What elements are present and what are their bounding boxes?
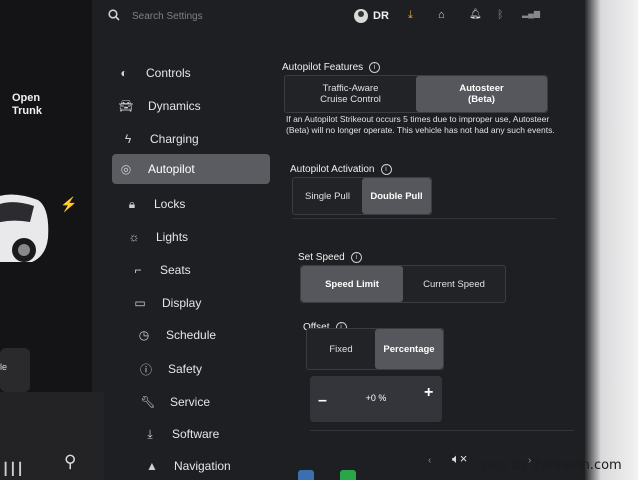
display-icon: ▭ xyxy=(134,296,146,310)
option-traffic-aware-cruise-control[interactable]: Traffic-Aware Cruise Control xyxy=(285,76,416,112)
wrench-icon: 🔧︎ xyxy=(140,395,156,409)
sidebar-item-navigation[interactable]: ▲ Navigation xyxy=(138,451,290,480)
increase-button[interactable]: + xyxy=(424,384,433,402)
sidebar-item-schedule[interactable]: ◷ Schedule xyxy=(130,320,282,350)
sidebar-item-label: Lights xyxy=(156,230,189,244)
equalizer-icon[interactable]: ┃┃┃ xyxy=(2,462,24,476)
lte-signal-icon: ▂▄▆ xyxy=(522,9,540,18)
set-speed-selector: Speed Limit Current Speed xyxy=(300,265,506,303)
sun-icon: ☼ xyxy=(128,230,140,244)
autopilot-activation-label: Autopilot Activation i xyxy=(290,164,392,175)
autopilot-activation-selector: Single Pull Double Pull xyxy=(292,177,432,215)
screen-bezel xyxy=(585,0,638,480)
sidebar-item-label: Schedule xyxy=(166,328,217,342)
set-speed-title: Set Speed xyxy=(298,252,345,263)
seat-icon: ⌐ xyxy=(134,263,142,277)
option-current-speed[interactable]: Current Speed xyxy=(403,266,505,302)
garage-icon[interactable]: ⌂ xyxy=(438,9,445,21)
sidebar-item-label: Charging xyxy=(150,132,199,146)
info-icon[interactable]: i xyxy=(350,252,362,263)
search-icon[interactable]: ⚲ xyxy=(64,452,76,472)
divider xyxy=(292,218,556,219)
open-trunk-button[interactable]: Open Trunk xyxy=(12,92,42,118)
bell-icon[interactable]: 🔔︎ xyxy=(469,9,482,20)
sidebar-item-label: Navigation xyxy=(174,459,231,473)
sidebar-item-label: Safety xyxy=(168,362,203,376)
sidebar-item-safety[interactable]: ⓘ Safety xyxy=(132,354,284,384)
car-icon: 🚘︎ xyxy=(118,99,134,113)
option-single-pull[interactable]: Single Pull xyxy=(293,178,362,214)
app-icon[interactable] xyxy=(340,470,356,480)
search-input[interactable]: Search Settings xyxy=(132,11,203,22)
offset-selector: Fixed Percentage xyxy=(306,328,444,370)
toggle-icon: ◐ xyxy=(120,66,128,80)
user-icon[interactable] xyxy=(354,9,368,23)
sidebar-item-label: Software xyxy=(172,427,220,441)
sidebar-item-lights[interactable]: ☼ Lights xyxy=(120,222,272,252)
sidebar-item-label: Display xyxy=(162,296,202,310)
charge-port-icon[interactable]: ⚡ xyxy=(60,196,77,213)
autopilot-features-selector: Traffic-Aware Cruise Control Autosteer (… xyxy=(284,75,548,113)
sidebar-item-software[interactable]: ⤓ Software xyxy=(136,419,288,449)
sidebar-item-label: Locks xyxy=(154,197,186,211)
option-fixed[interactable]: Fixed xyxy=(307,329,375,369)
option-double-pull[interactable]: Double Pull xyxy=(362,178,431,214)
touchscreen: Open Trunk ⚡ le ┃┃┃ ⚲ Search Settings DR… xyxy=(0,0,600,480)
sidebar-item-label: Dynamics xyxy=(148,99,201,113)
sidebar-item-locks[interactable]: 🔒︎ Locks xyxy=(118,189,270,219)
sidebar-item-controls[interactable]: ◐ Controls xyxy=(110,58,266,88)
offset-value: +0 % xyxy=(365,393,387,403)
user-initials[interactable]: DR xyxy=(373,10,389,22)
download-icon: ⤓ xyxy=(147,426,153,441)
sidebar-item-label: Seats xyxy=(160,263,191,277)
chevron-left-icon[interactable]: ‹ xyxy=(428,455,431,466)
download-icon[interactable]: ⤓ xyxy=(408,9,413,22)
sidebar-item-autopilot[interactable]: ◎ Autopilot xyxy=(112,154,270,184)
sidebar-item-label: Controls xyxy=(146,66,191,80)
info-icon[interactable]: i xyxy=(369,62,381,73)
bolt-icon: ϟ xyxy=(124,132,132,146)
navigation-icon: ▲ xyxy=(146,459,158,473)
offset-stepper: – +0 % + xyxy=(310,376,442,422)
sidebar-item-seats[interactable]: ⌐ Seats xyxy=(124,255,276,285)
option-percentage[interactable]: Percentage xyxy=(375,329,443,369)
car-card-text: le xyxy=(0,362,8,372)
clock-icon: ◷ xyxy=(138,328,150,342)
app-icon[interactable] xyxy=(298,470,314,480)
lock-icon: 🔒︎ xyxy=(128,196,136,211)
sidebar-item-charging[interactable]: ϟ Charging xyxy=(114,124,270,154)
info-icon[interactable]: i xyxy=(380,164,392,175)
autopilot-features-label: Autopilot Features i xyxy=(282,62,381,73)
steering-wheel-icon: ◎ xyxy=(120,162,132,176)
bluetooth-icon[interactable]: ᛒ xyxy=(497,9,504,21)
sidebar-item-dynamics[interactable]: 🚘︎ Dynamics xyxy=(112,91,268,121)
sidebar-item-display[interactable]: ▭ Display xyxy=(126,288,278,318)
option-autosteer-beta[interactable]: Autosteer (Beta) xyxy=(416,76,547,112)
sidebar-item-service[interactable]: 🔧︎ Service xyxy=(134,387,286,417)
alert-icon: ⓘ xyxy=(139,362,152,377)
strikeout-notice: If an Autopilot Strikeout occurs 5 times… xyxy=(286,114,555,135)
sidebar-item-label: Service xyxy=(170,395,211,409)
sidebar-item-label: Autopilot xyxy=(148,162,195,176)
search-icon[interactable] xyxy=(108,9,120,21)
autopilot-activation-title: Autopilot Activation xyxy=(290,164,375,175)
divider xyxy=(310,430,574,431)
option-speed-limit[interactable]: Speed Limit xyxy=(301,266,403,302)
set-speed-label: Set Speed i xyxy=(298,252,362,263)
autopilot-features-title: Autopilot Features xyxy=(282,62,364,73)
watermark: pics by Zennonn.com xyxy=(482,458,622,473)
decrease-button[interactable]: – xyxy=(318,392,327,410)
car-card[interactable]: le xyxy=(0,348,30,392)
car-image xyxy=(0,194,49,262)
top-bar: Search Settings DR ⤓ ⌂ 🔔︎ ᛒ ▂▄▆ xyxy=(92,0,585,36)
volume-mute-icon[interactable]: 🔈︎× xyxy=(452,451,467,467)
